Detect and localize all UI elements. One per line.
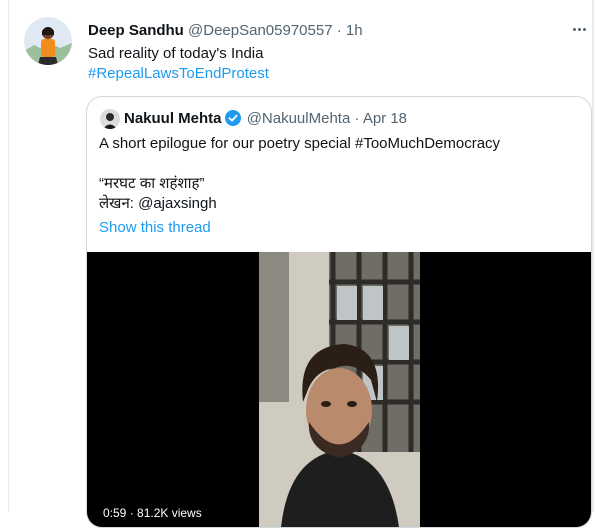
quoted-text-line2: “मरघट का शहंशाह”: [99, 175, 205, 192]
more-options-icon[interactable]: [573, 21, 591, 37]
tweet-timestamp[interactable]: 1h: [346, 22, 363, 39]
timeline-left-border: [0, 0, 9, 512]
quoted-separator: ·: [354, 110, 360, 127]
hashtag-link[interactable]: #RepealLawsToEndProtest: [88, 64, 269, 84]
quoted-tweet-card[interactable]: Nakuul Mehta @NakuulMehta · Apr 18 A sho…: [86, 96, 592, 528]
video-meta: 0:59 · 81.2K views: [103, 506, 202, 520]
quoted-handle[interactable]: @NakuulMehta: [247, 110, 351, 127]
quoted-avatar[interactable]: [100, 109, 120, 129]
show-thread-link[interactable]: Show this thread: [99, 218, 211, 238]
display-name[interactable]: Deep Sandhu: [88, 22, 184, 39]
header-separator: ·: [336, 22, 342, 39]
quoted-display-name[interactable]: Nakuul Mehta: [124, 110, 222, 127]
tweet-header: Deep Sandhu @DeepSan05970557 · 1h: [88, 21, 363, 41]
video-frame: [259, 252, 420, 527]
video-player[interactable]: 0:59 · 81.2K views: [87, 252, 591, 527]
quoted-date[interactable]: Apr 18: [363, 110, 407, 127]
avatar[interactable]: [24, 17, 72, 65]
user-handle[interactable]: @DeepSan05970557: [188, 22, 333, 39]
verified-badge-icon: [224, 110, 241, 132]
quoted-header: Nakuul Mehta @NakuulMehta · Apr 18: [124, 109, 407, 132]
tweet-text: Sad reality of today's India: [88, 45, 264, 62]
quoted-text: A short epilogue for our poetry special …: [99, 135, 501, 152]
quoted-text-line3: लेखन: @ajaxsingh: [99, 195, 217, 212]
